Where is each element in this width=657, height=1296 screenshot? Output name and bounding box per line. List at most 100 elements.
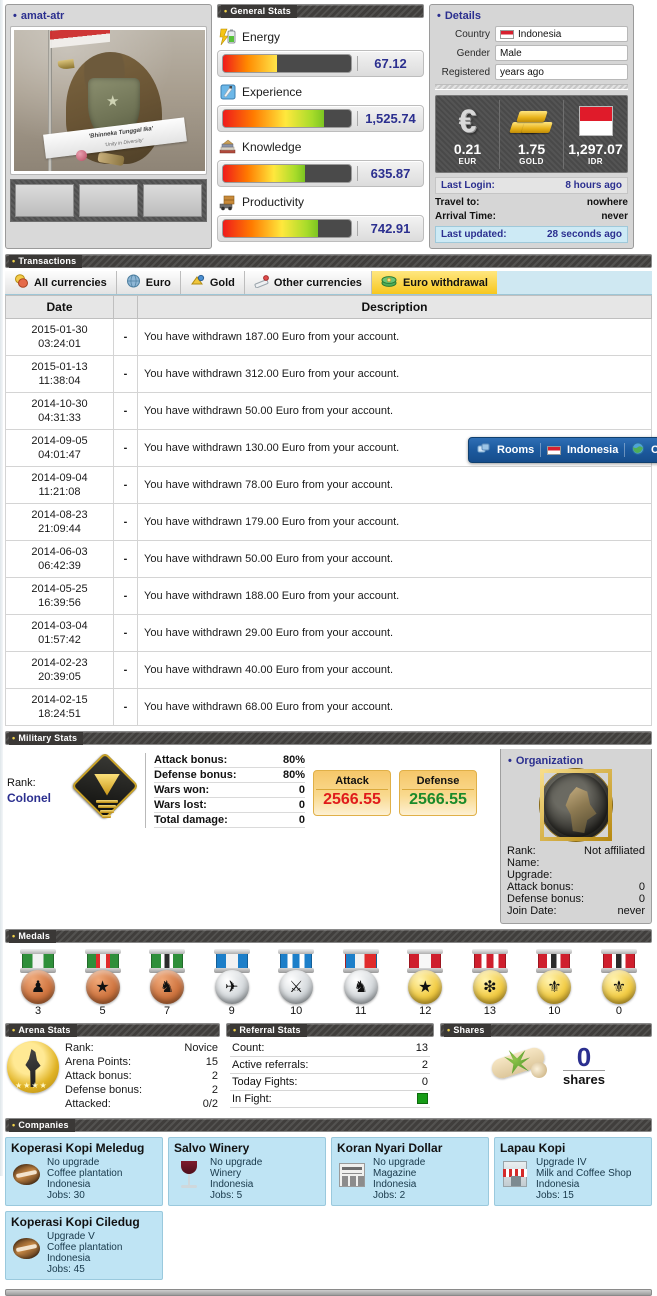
organization-row: Defense bonus: 0 — [507, 893, 645, 905]
thumbnail-slot[interactable] — [15, 184, 74, 217]
table-row[interactable]: 2014-02-15 18:24:51- You have withdrawn 68… — [5, 688, 652, 726]
cell-sign: - — [113, 688, 138, 726]
table-row[interactable]: 2014-02-23 20:39:05- You have withdrawn 40… — [5, 651, 652, 689]
medal-item[interactable]: ✈ 9 — [205, 949, 259, 1017]
wallet-eur: € 0.21 EUR — [436, 100, 499, 169]
military-stats-table: Attack bonus: 80% Defense bonus: 80% War… — [145, 753, 305, 828]
cell-sign: - — [113, 429, 138, 467]
military-and-org-row: Rank: Colonel Attack bonus: 80% Defense … — [5, 749, 652, 924]
medal-glyph: ★ — [95, 979, 110, 996]
table-row[interactable]: 2014-03-04 01:57:42- You have withdrawn 29… — [5, 614, 652, 652]
medal-item[interactable]: ★ 12 — [398, 949, 452, 1017]
company-name: Koran Nyari Dollar — [337, 1141, 443, 1155]
company-details: Upgrade V Coffee plantation Indonesia Jo… — [47, 1231, 122, 1275]
companies-section: Companies — [5, 1118, 652, 1132]
medals-row: ♟ 3 ★ 5 ♞ 7 ✈ 9 ⚔ 10 ♞ 11 ★ 12 ❇ 13 ⚜ 10… — [5, 943, 652, 1019]
floating-chat-bar[interactable]: Rooms Indonesia C — [468, 437, 657, 463]
referral-count-value: 13 — [415, 1042, 428, 1054]
company-card[interactable]: Koran Nyari Dollar No upgrade Magazine I… — [331, 1137, 489, 1206]
medal-item[interactable]: ♞ 11 — [334, 949, 388, 1017]
col-sign — [113, 295, 138, 319]
arena-defense-bonus-value: 2 — [211, 1084, 218, 1096]
medal-item[interactable]: ♟ 3 — [11, 949, 65, 1017]
tab-all-currencies-label: All currencies — [34, 276, 107, 289]
cell-sign: - — [113, 577, 138, 615]
transactions-table-body: 2015-01-30 03:24:01- You have withdrawn 18… — [5, 318, 652, 726]
shares-title: Shares — [444, 1023, 491, 1037]
military-header: Military Stats — [5, 731, 652, 745]
medal-glyph: ♞ — [353, 979, 368, 996]
military-body: Rank: Colonel Attack bonus: 80% Defense … — [5, 749, 494, 832]
gold-amount: 1.75 — [517, 141, 546, 157]
referral-header: Referral Stats — [226, 1023, 434, 1037]
country-label: Country — [454, 28, 490, 40]
table-row[interactable]: 2014-05-25 16:39:56- You have withdrawn 18… — [5, 577, 652, 615]
table-row[interactable]: 2014-10-30 04:31:33- You have withdrawn 50… — [5, 392, 652, 430]
details-country-row: Country Indonesia — [435, 26, 628, 42]
today-fights-label: Today Fights: — [232, 1076, 298, 1088]
medal-item[interactable]: ⚜ 10 — [527, 949, 581, 1017]
military-stat-row: Wars won: 0 — [154, 783, 305, 798]
cell-description: You have withdrawn 29.00 Euro from your … — [137, 614, 652, 652]
bottom-divider-bar — [5, 1289, 652, 1296]
experience-progress-fill — [223, 110, 325, 127]
banknote-icon — [254, 274, 269, 291]
avatar-thumbnail-strip — [10, 179, 207, 222]
medal-item[interactable]: ★ 5 — [76, 949, 130, 1017]
defense-label: Defense — [402, 775, 474, 790]
organization-panel: Organization Rank: Not affiliated Name: … — [500, 749, 652, 924]
medal-item[interactable]: ⚜ 0 — [592, 949, 646, 1017]
table-row[interactable]: 2015-01-30 03:24:01- You have withdrawn 18… — [5, 318, 652, 356]
company-card[interactable]: Lapau Kopi Upgrade IV Milk and Coffee Sh… — [494, 1137, 652, 1206]
last-login-value: 8 hours ago — [565, 180, 622, 191]
tab-euro-withdrawal[interactable]: Euro withdrawal — [371, 271, 497, 294]
productivity-bar-row: 742.91 — [217, 215, 424, 242]
table-row[interactable]: 2014-06-03 06:42:39- You have withdrawn 50… — [5, 540, 652, 578]
companies-grid: Koperasi Kopi Meledug No upgrade Coffee … — [0, 1132, 657, 1280]
medal-disc-gold-icon: ★ — [408, 970, 443, 1004]
medal-item[interactable]: ❇ 13 — [463, 949, 517, 1017]
general-stats-body: Energy 67.12 Experience 1,525.74 Knowled… — [217, 18, 424, 242]
arena-row: Rank: Novice — [65, 1041, 218, 1055]
knowledge-row-label: Knowledge — [219, 138, 424, 156]
medals-title: Medals — [9, 929, 57, 943]
military-rank-block: Rank: Colonel — [7, 776, 69, 806]
medal-glyph: ♞ — [159, 979, 175, 996]
medal-item[interactable]: ♞ 7 — [140, 949, 194, 1017]
thumbnail-slot[interactable] — [79, 184, 138, 217]
company-jobs: Jobs: 30 — [47, 1190, 85, 1201]
transactions-title: Transactions — [9, 254, 83, 268]
avatar-image[interactable]: 'Bhinneka Tunggal Ika' 'Unity in Diversi… — [14, 30, 205, 171]
total-damage-label: Total damage: — [154, 814, 228, 826]
organization-title: Organization — [508, 755, 645, 767]
org-rank-label: Rank: — [507, 845, 536, 857]
tab-gold[interactable]: Gold — [180, 271, 245, 294]
experience-progress-bar — [222, 109, 352, 128]
thumbnail-slot[interactable] — [143, 184, 202, 217]
referral-row: Active referrals: 2 — [230, 1057, 430, 1074]
organization-emblem-icon — [540, 769, 612, 841]
cell-date: 2014-05-25 16:39:56 — [5, 577, 114, 615]
medal-item[interactable]: ⚔ 10 — [269, 949, 323, 1017]
company-card[interactable]: Salvo Winery No upgrade Winery Indonesia… — [168, 1137, 326, 1206]
company-card[interactable]: Koperasi Kopi Ciledug Upgrade V Coffee p… — [5, 1211, 163, 1280]
cell-description: You have withdrawn 68.00 Euro from your … — [137, 688, 652, 726]
tab-all-currencies[interactable]: All currencies — [5, 271, 117, 294]
table-row[interactable]: 2015-01-13 11:38:04- You have withdrawn 31… — [5, 355, 652, 393]
arena-stats-list: Rank: Novice Arena Points: 15 Attack bonus… — [65, 1041, 218, 1111]
general-stats-title: General Stats — [221, 4, 297, 18]
country-value: Indonesia — [518, 28, 562, 40]
company-name: Koperasi Kopi Ciledug — [11, 1215, 140, 1229]
tab-euro[interactable]: Euro — [116, 271, 181, 294]
world-icon — [631, 442, 645, 458]
tab-other-currencies[interactable]: Other currencies — [244, 271, 372, 294]
company-country: Indonesia — [210, 1179, 254, 1190]
gender-label: Gender — [456, 47, 490, 59]
company-card[interactable]: Koperasi Kopi Meledug No upgrade Coffee … — [5, 1137, 163, 1206]
general-stats-header: General Stats — [217, 4, 424, 18]
knowledge-progress-bar — [222, 164, 352, 183]
defense-bonus-label: Defense bonus: — [154, 769, 237, 781]
table-row[interactable]: 2014-09-04 11:21:08- You have withdrawn 78… — [5, 466, 652, 504]
arena-row: Arena Points: 15 — [65, 1055, 218, 1069]
table-row[interactable]: 2014-08-23 21:09:44- You have withdrawn 17… — [5, 503, 652, 541]
